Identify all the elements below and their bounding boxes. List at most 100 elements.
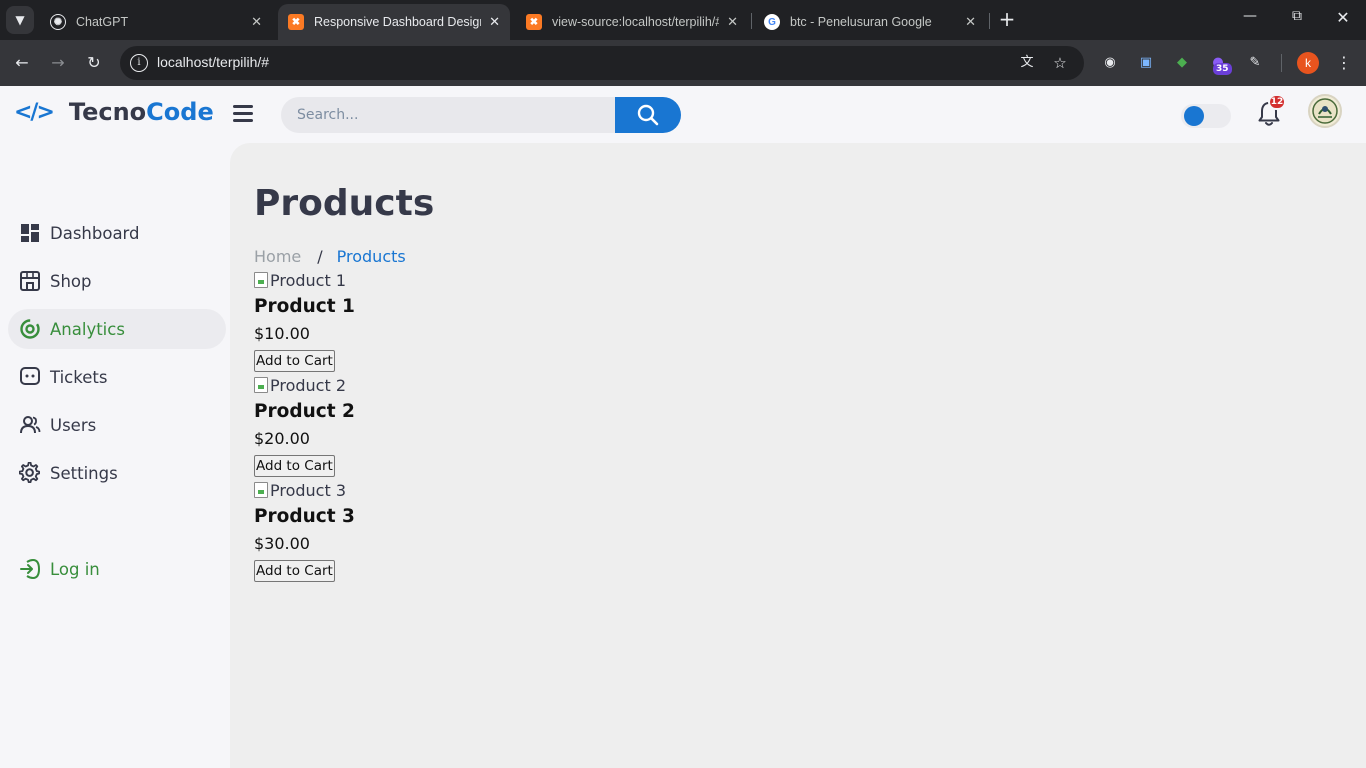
user-avatar[interactable] <box>1308 94 1342 128</box>
theme-toggle-knob <box>1184 106 1204 126</box>
site-info-icon[interactable]: i <box>130 54 148 72</box>
sidebar-item-settings[interactable]: Settings <box>8 453 226 493</box>
breadcrumb-home-link[interactable]: Home <box>254 247 301 266</box>
sidebar-item-shop[interactable]: Shop <box>8 261 226 301</box>
tab-view-source[interactable]: ✖ view-source:localhost/terpilih/# ✕ <box>516 4 748 40</box>
tab-google-search[interactable]: G btc - Penelusuran Google ✕ <box>754 4 986 40</box>
close-icon[interactable]: ✕ <box>727 14 738 30</box>
close-icon[interactable]: ✕ <box>489 14 500 30</box>
sidebar-item-label: Tickets <box>50 367 108 387</box>
minimize-icon[interactable]: — <box>1238 8 1262 24</box>
xampp-icon: ✖ <box>526 14 542 30</box>
logo[interactable]: </> TecnoCode <box>14 98 214 126</box>
web-page: </> TecnoCode 12 <box>0 86 1366 768</box>
login-label: Log in <box>50 559 100 579</box>
product-name: Product 3 <box>254 506 355 527</box>
breadcrumb-separator: / <box>317 247 323 266</box>
sidebar-item-label: Settings <box>50 463 118 483</box>
notification-count-badge: 12 <box>1268 94 1286 110</box>
add-to-cart-button[interactable]: Add to Cart <box>254 350 335 372</box>
settings-gear-icon <box>19 462 41 484</box>
tab-chatgpt[interactable]: ✺ ChatGPT ✕ <box>40 4 272 40</box>
extension-icon[interactable]: ◉ <box>1099 52 1121 74</box>
avatar-emblem-icon <box>1312 98 1338 124</box>
sidebar-item-label: Users <box>50 415 97 435</box>
extensions-puzzle-icon[interactable]: ✎ <box>1244 52 1266 74</box>
product-price: $10.00 <box>254 324 310 343</box>
search-icon <box>637 104 659 126</box>
dashboard-icon <box>19 222 41 244</box>
web-developer-extension-icon[interactable]: ▣ <box>1135 52 1157 74</box>
window-close-icon[interactable]: ✕ <box>1331 8 1355 27</box>
product-image-alt: Product 2 <box>270 375 347 395</box>
tab-search-chevron-icon[interactable]: ▼ <box>6 6 34 34</box>
restore-icon[interactable]: ⧉ <box>1285 8 1309 24</box>
logo-text: TecnoCode <box>68 98 214 126</box>
add-to-cart-button[interactable]: Add to Cart <box>254 455 335 477</box>
reload-icon[interactable]: ↻ <box>83 52 105 74</box>
extension-badge: 35 <box>1213 63 1232 75</box>
breadcrumb-current: Products <box>336 247 406 266</box>
close-icon[interactable]: ✕ <box>251 14 262 30</box>
chatgpt-icon: ✺ <box>50 14 66 30</box>
tab-separator <box>751 13 752 29</box>
broken-image-icon <box>254 482 268 498</box>
new-tab-plus-icon[interactable]: + <box>996 9 1018 31</box>
product-image-broken: Product 1 <box>254 270 355 290</box>
product-image-alt: Product 1 <box>270 270 347 290</box>
sidebar-item-users[interactable]: Users <box>8 405 226 445</box>
toolbar-separator <box>1281 54 1282 72</box>
search-input[interactable] <box>281 97 615 133</box>
tab-title: Responsive Dashboard Design # <box>314 15 482 29</box>
translate-icon[interactable]: 文 <box>1017 53 1037 73</box>
google-icon: G <box>764 14 780 30</box>
browser-tab-bar: ▼ ✺ ChatGPT ✕ ✖ Responsive Dashboard Des… <box>0 0 1366 40</box>
search-bar <box>281 97 681 133</box>
login-arrow-icon <box>19 558 41 580</box>
menu-hamburger-icon[interactable] <box>233 105 253 122</box>
tab-title: btc - Penelusuran Google <box>790 15 932 29</box>
product-price: $30.00 <box>254 534 310 553</box>
forward-arrow-icon[interactable]: → <box>47 52 69 74</box>
product-name: Product 2 <box>254 401 355 422</box>
sidebar-login-link[interactable]: Log in <box>8 549 226 589</box>
theme-toggle[interactable] <box>1181 104 1231 128</box>
close-icon[interactable]: ✕ <box>965 14 976 30</box>
tab-title: view-source:localhost/terpilih/# <box>552 15 720 29</box>
sidebar: Dashboard Shop Analytics Tickets Users S… <box>0 143 230 768</box>
sidebar-item-analytics[interactable]: Analytics <box>8 309 226 349</box>
breadcrumb: Home / Products <box>254 247 406 266</box>
page-title: Products <box>254 183 435 224</box>
tab-separator <box>989 13 990 29</box>
browser-toolbar: ← → ↻ i localhost/terpilih/# 文 ☆ <box>0 40 1366 86</box>
product-image-alt: Product 3 <box>270 480 347 500</box>
profile-avatar[interactable]: k <box>1297 52 1319 74</box>
shop-icon <box>19 270 41 292</box>
sidebar-item-dashboard[interactable]: Dashboard <box>8 213 226 253</box>
broken-image-icon <box>254 377 268 393</box>
tab-title: ChatGPT <box>76 15 129 29</box>
product-image-broken: Product 2 <box>254 375 355 395</box>
product-price: $20.00 <box>254 429 310 448</box>
main-content: Products Home / Products Product 1 Produ… <box>230 143 1366 768</box>
sidebar-item-label: Shop <box>50 271 92 291</box>
tag-extension-icon[interactable]: ◆ <box>1171 52 1193 74</box>
url-text[interactable]: localhost/terpilih/# <box>157 54 269 70</box>
back-arrow-icon[interactable]: ← <box>11 52 33 74</box>
sidebar-item-tickets[interactable]: Tickets <box>8 357 226 397</box>
product-image-broken: Product 3 <box>254 480 355 500</box>
address-bar[interactable]: i localhost/terpilih/# 文 ☆ <box>120 46 1084 80</box>
product-card: Product 2 Product 2 $20.00 Add to Cart <box>254 375 355 477</box>
product-card: Product 1 Product 1 $10.00 Add to Cart <box>254 270 355 372</box>
browser-menu-kebab-icon[interactable]: ⋮ <box>1333 52 1355 74</box>
tickets-icon <box>19 366 41 388</box>
users-icon <box>19 414 41 436</box>
product-name: Product 1 <box>254 296 355 317</box>
bookmark-star-icon[interactable]: ☆ <box>1050 53 1070 73</box>
search-button[interactable] <box>615 97 681 133</box>
code-brackets-icon: </> <box>14 99 55 125</box>
broken-image-icon <box>254 272 268 288</box>
tab-responsive-dashboard[interactable]: ✖ Responsive Dashboard Design # ✕ <box>278 4 510 40</box>
add-to-cart-button[interactable]: Add to Cart <box>254 560 335 582</box>
analytics-icon <box>19 318 41 340</box>
